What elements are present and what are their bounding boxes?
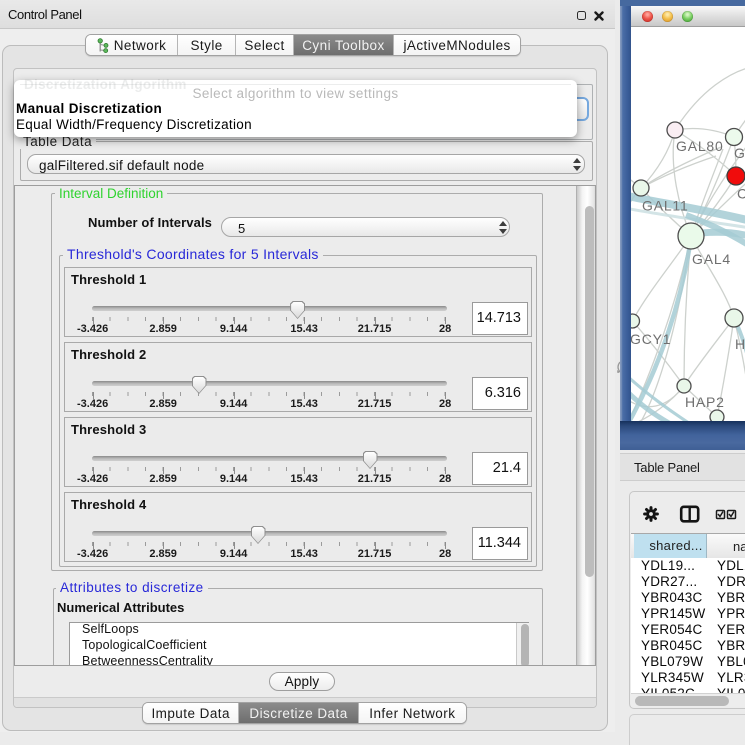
svg-text:GAL11: GAL11 [642, 198, 689, 214]
svg-text:GAL4: GAL4 [692, 251, 731, 267]
svg-text:GAL80: GAL80 [676, 138, 724, 154]
svg-text:C: C [737, 186, 745, 202]
svg-text:H: H [735, 336, 745, 352]
svg-text:HAP2: HAP2 [685, 394, 725, 410]
svg-text:GCY1: GCY1 [631, 331, 671, 347]
svg-text:G.: G. [734, 145, 745, 161]
